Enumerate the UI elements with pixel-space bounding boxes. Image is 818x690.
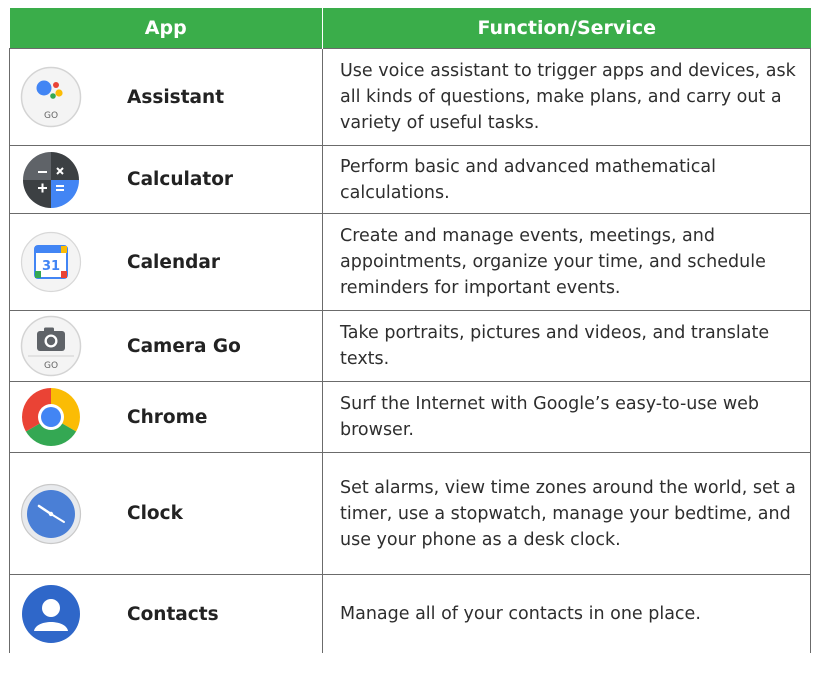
assistant-go-icon: GO — [19, 65, 83, 129]
table-row: Contacts Manage all of your contacts in … — [9, 574, 811, 653]
function-cell: Perform basic and advanced mathematical … — [322, 145, 811, 214]
table-header: App Function/Service — [9, 8, 811, 49]
function-text: Perform basic and advanced mathematical … — [340, 156, 716, 203]
calculator-icon — [19, 148, 83, 212]
calendar-date-label: 31 — [42, 259, 60, 274]
chrome-icon — [19, 385, 83, 449]
table-row: Clock Set alarms, view time zones around… — [9, 452, 811, 575]
table-row: 31 Calendar Create and manage events, me… — [9, 213, 811, 311]
function-text: Surf the Internet with Google’s easy-to-… — [340, 394, 760, 440]
header-app: App — [9, 8, 323, 49]
app-cell: Chrome — [9, 381, 323, 453]
clock-icon — [19, 482, 83, 546]
header-function: Function/Service — [322, 8, 811, 49]
app-cell: Clock — [9, 452, 323, 575]
app-cell: Calculator — [9, 145, 323, 214]
camera-go-icon: GO — [19, 314, 83, 378]
table-row: Chrome Surf the Internet with Google’s e… — [9, 381, 811, 453]
function-cell: Set alarms, view time zones around the w… — [322, 452, 811, 575]
function-text: Create and manage events, meetings, and … — [340, 226, 766, 298]
app-name: Calendar — [127, 251, 220, 273]
table-row: GO Camera Go Take portraits, pictures an… — [9, 310, 811, 382]
app-name: Clock — [127, 503, 183, 524]
table-row: Calculator Perform basic and advanced ma… — [9, 145, 811, 214]
app-name: Assistant — [127, 86, 225, 108]
function-text: Set alarms, view time zones around the w… — [340, 477, 796, 550]
app-name: Camera Go — [127, 335, 241, 357]
page: App Function/Service GO Assistant Use vo… — [0, 0, 818, 690]
function-cell: Surf the Internet with Google’s easy-to-… — [322, 381, 811, 453]
app-name: Chrome — [127, 406, 208, 428]
function-text: Take portraits, pictures and videos, and… — [340, 323, 770, 369]
camera-go-label: GO — [44, 361, 58, 371]
app-cell: 31 Calendar — [9, 213, 323, 311]
table-row: GO Assistant Use voice assistant to trig… — [9, 48, 811, 146]
function-text: Manage all of your contacts in one place… — [340, 604, 701, 624]
function-cell: Take portraits, pictures and videos, and… — [322, 310, 811, 382]
contacts-icon — [19, 582, 83, 646]
function-cell: Use voice assistant to trigger apps and … — [322, 48, 811, 146]
function-text: Use voice assistant to trigger apps and … — [340, 61, 796, 133]
function-cell: Create and manage events, meetings, and … — [322, 213, 811, 311]
app-cell: GO Assistant — [9, 48, 323, 146]
assistant-go-label: GO — [44, 111, 58, 121]
function-cell: Manage all of your contacts in one place… — [322, 574, 811, 653]
app-cell: Contacts — [9, 574, 323, 653]
app-name: Contacts — [127, 603, 219, 625]
app-name: Calculator — [127, 169, 234, 190]
calendar-icon: 31 — [19, 230, 83, 294]
apps-table: App Function/Service GO Assistant Use vo… — [9, 8, 811, 653]
app-cell: GO Camera Go — [9, 310, 323, 382]
